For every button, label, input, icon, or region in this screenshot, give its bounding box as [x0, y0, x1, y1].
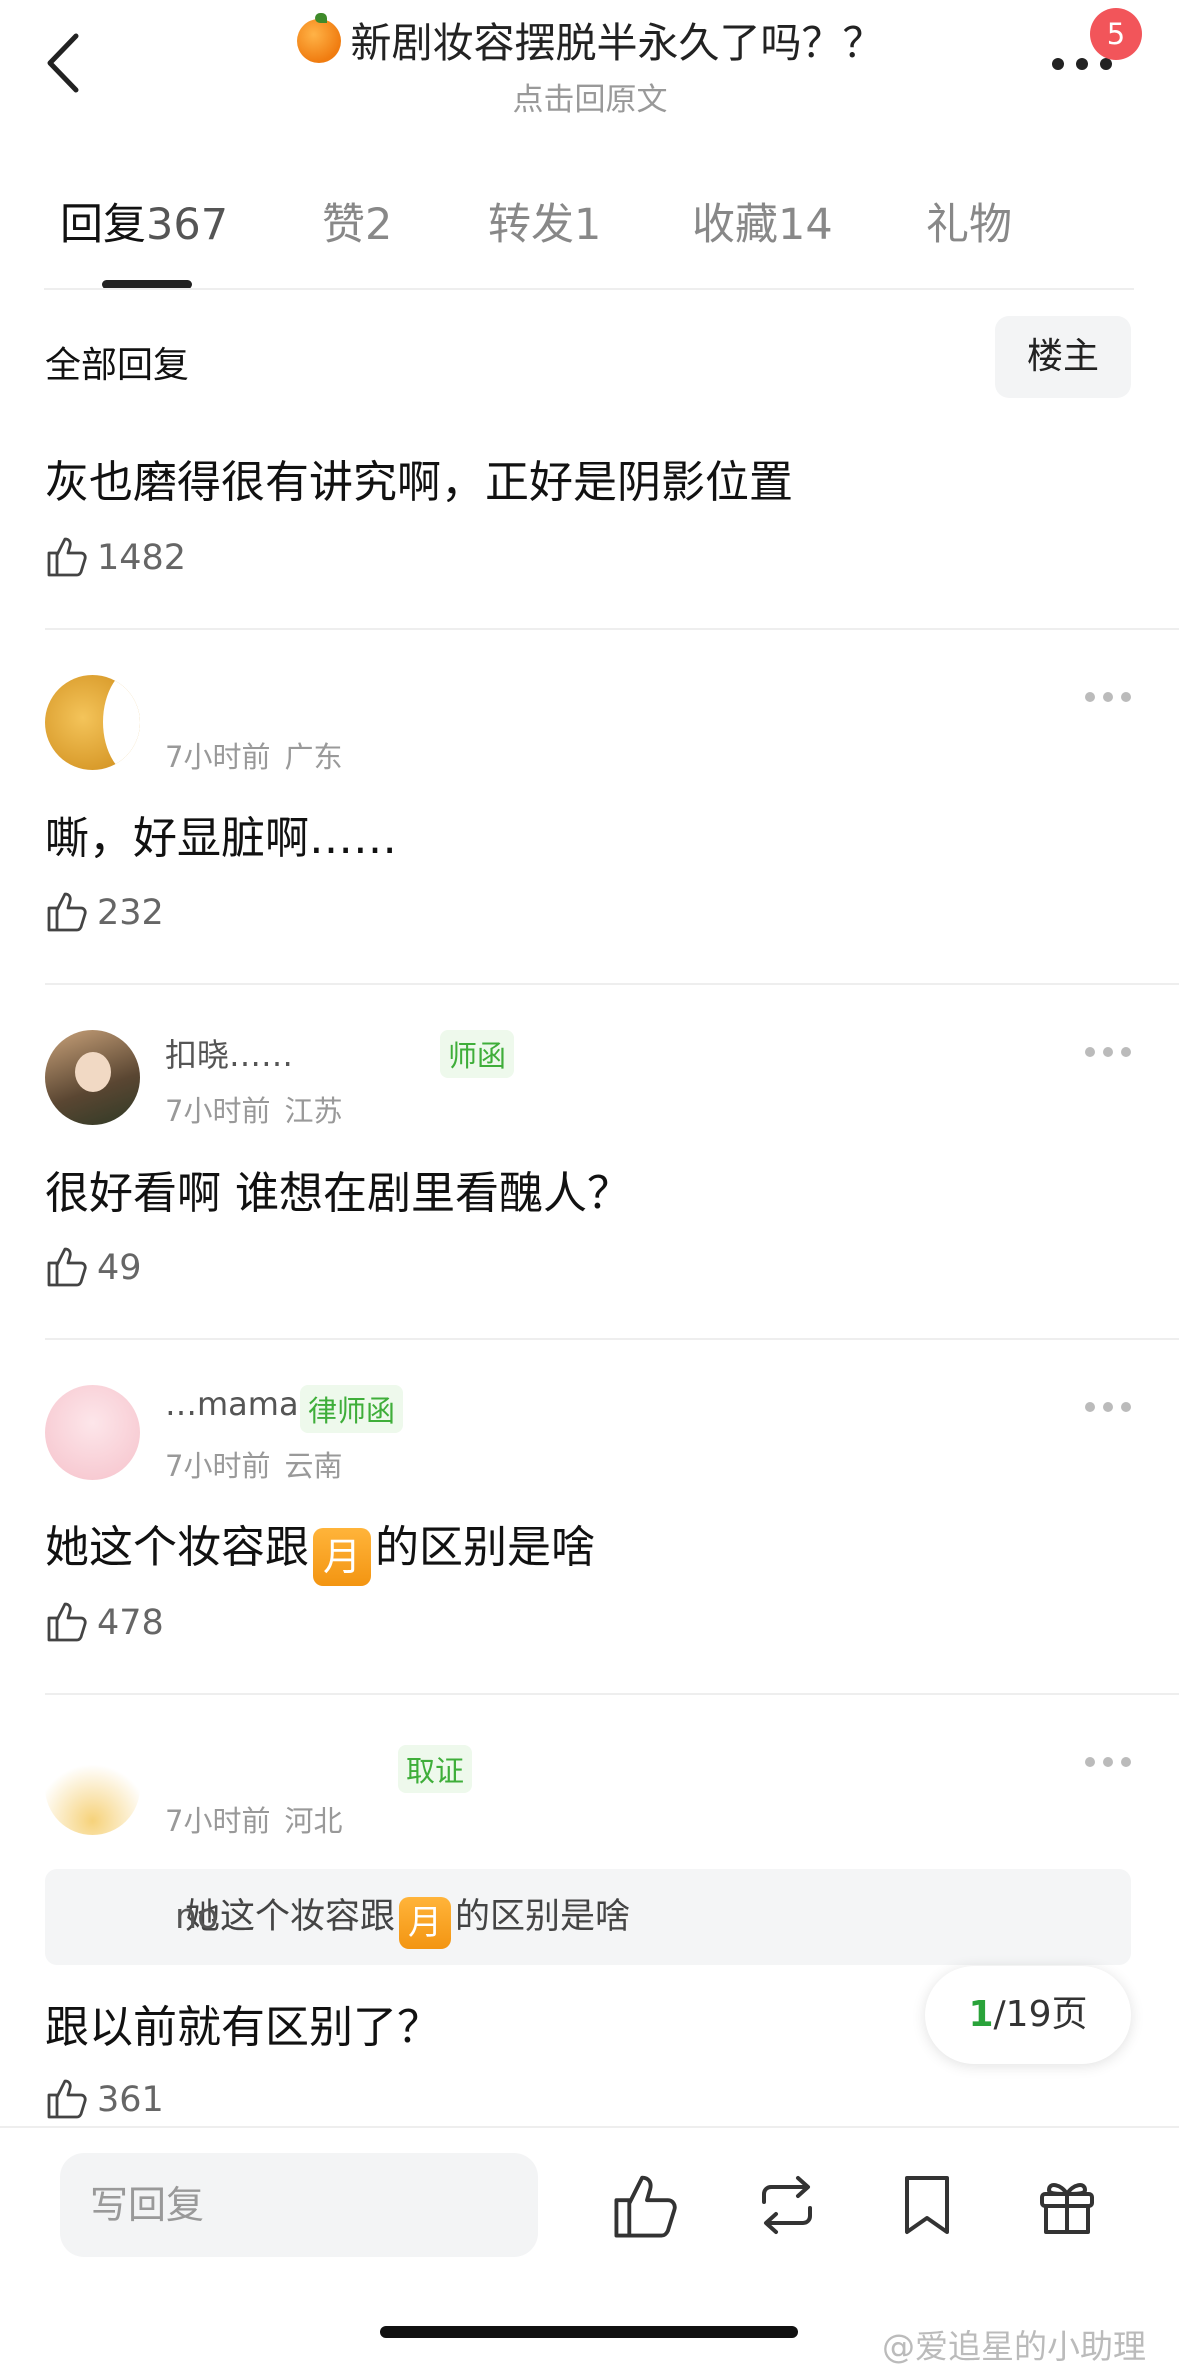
tab-reposts[interactable]: 转发1: [488, 190, 601, 252]
comment-time: 7小时前: [165, 1804, 271, 1838]
tab-label: 转发: [488, 200, 574, 250]
tab-count: 14: [778, 200, 833, 250]
like-button[interactable]: 49: [45, 1243, 142, 1289]
comment-more-icon[interactable]: [1085, 1402, 1131, 1416]
tab-count: 1: [574, 200, 602, 250]
comment-text: 灰也磨得很有讲究啊，正好是阴影位置: [45, 457, 793, 508]
post-title: 新剧妆容摆脱半永久了吗？？: [220, 13, 960, 72]
comment-text-part: 的区别是啥: [375, 1522, 595, 1573]
tab-label: 礼物: [926, 200, 1012, 250]
divider: [44, 288, 1134, 290]
comment-meta: 7小时前 江苏: [165, 1088, 342, 1130]
comment-more-icon[interactable]: [1085, 1047, 1131, 1061]
reply-input[interactable]: 写回复: [60, 2153, 538, 2257]
thumbs-up-icon: [47, 1602, 87, 1642]
comment-region: 云南: [284, 1449, 343, 1483]
tab-count: 367: [146, 200, 229, 250]
moon-emoji-icon: 月: [399, 1897, 452, 1949]
top-bar: 新剧妆容摆脱半永久了吗？？ 点击回原文 5: [0, 0, 1179, 140]
avatar-face: [75, 1052, 111, 1092]
divider: [45, 983, 1179, 985]
comment-text-part: 她这个妆容跟: [45, 1522, 309, 1573]
tab-replies[interactable]: 回复367: [60, 190, 228, 252]
user-tag: 师函: [440, 1030, 515, 1078]
username[interactable]: 扣晓……: [165, 1030, 293, 1076]
like-button[interactable]: 361: [45, 2075, 164, 2121]
all-replies-label: 全部回复: [45, 345, 190, 386]
like-count: 232: [97, 893, 164, 933]
comment-time: 7小时前: [165, 740, 271, 774]
quoted-username: no: [175, 1897, 219, 1937]
comment-region: 江苏: [284, 1094, 343, 1128]
divider: [45, 628, 1179, 630]
thumbs-up-icon: [47, 1247, 87, 1287]
op-only-button[interactable]: 楼主: [995, 316, 1131, 398]
comment-more-icon[interactable]: [1085, 1757, 1131, 1771]
quoted-reply[interactable]: no 她这个妆容跟月的区别是啥: [45, 1869, 1131, 1965]
comment-region: 河北: [284, 1804, 343, 1838]
avatar[interactable]: [45, 1740, 140, 1835]
comment-meta: 7小时前 广东: [165, 734, 342, 776]
thumbs-up-icon: [47, 2079, 87, 2119]
total-pages: /19页: [993, 1994, 1088, 2035]
like-count: 478: [97, 1603, 164, 1643]
avatar-mask: [103, 675, 140, 770]
tab-likes[interactable]: 赞2: [322, 190, 392, 252]
like-count: 1482: [97, 538, 187, 578]
like-button[interactable]: 478: [45, 1598, 164, 1644]
tab-favorites[interactable]: 收藏14: [692, 190, 833, 252]
notification-badge: 5: [1090, 8, 1142, 60]
title-area[interactable]: 新剧妆容摆脱半永久了吗？？ 点击回原文: [220, 13, 960, 119]
comment-region: 广东: [284, 740, 343, 774]
bookmark-icon[interactable]: [890, 2168, 964, 2242]
divider: [45, 1693, 1179, 1695]
comment-text: 她这个妆容跟月的区别是啥: [45, 1511, 595, 1586]
tab-count: 2: [365, 200, 393, 250]
moon-emoji-icon: 月: [313, 1528, 371, 1586]
like-button[interactable]: 232: [45, 888, 164, 934]
page-indicator[interactable]: 1/19页: [925, 1966, 1131, 2064]
user-tag: 律师函: [300, 1385, 404, 1433]
home-indicator[interactable]: [380, 2326, 798, 2338]
comment-text: 很好看啊 谁想在剧里看醜人？: [45, 1168, 631, 1219]
like-icon[interactable]: [610, 2168, 684, 2242]
comment-time: 7小时前: [165, 1094, 271, 1128]
comment-time: 7小时前: [165, 1449, 271, 1483]
thumbs-up-icon: [47, 537, 87, 577]
tab-label: 赞: [322, 200, 365, 250]
comment-meta: 7小时前 河北: [165, 1798, 342, 1840]
tab-bar: 回复367 赞2 转发1 收藏14 礼物: [0, 190, 1179, 290]
comment-text: 嘶，好显脏啊……: [45, 813, 397, 864]
comment-meta: 7小时前 云南: [165, 1443, 342, 1485]
avatar[interactable]: [45, 675, 140, 770]
like-button[interactable]: 1482: [45, 533, 186, 579]
gift-icon[interactable]: [1030, 2168, 1104, 2242]
orange-emoji-icon: [296, 13, 341, 63]
back-icon[interactable]: [40, 28, 90, 98]
avatar[interactable]: [45, 1030, 140, 1125]
user-tag: 取证: [398, 1745, 473, 1793]
comment-more-icon[interactable]: [1085, 692, 1131, 706]
thumbs-up-icon: [47, 892, 87, 932]
like-count: 49: [97, 1248, 142, 1288]
avatar[interactable]: [45, 1385, 140, 1480]
tab-gifts[interactable]: 礼物: [926, 190, 1012, 252]
quoted-text-part: 的区别是啥: [455, 1897, 631, 1937]
back-to-original-link[interactable]: 点击回原文: [220, 74, 960, 119]
tab-label: 收藏: [692, 200, 778, 250]
repost-icon[interactable]: [750, 2168, 824, 2242]
divider: [45, 1338, 1179, 1340]
comment-text: 跟以前就有区别了？: [45, 2002, 441, 2053]
like-count: 361: [97, 2080, 164, 2120]
current-page: 1: [968, 1994, 994, 2035]
tab-label: 回复: [60, 200, 146, 250]
watermark: @爱追星的小助理: [882, 2327, 1146, 2366]
